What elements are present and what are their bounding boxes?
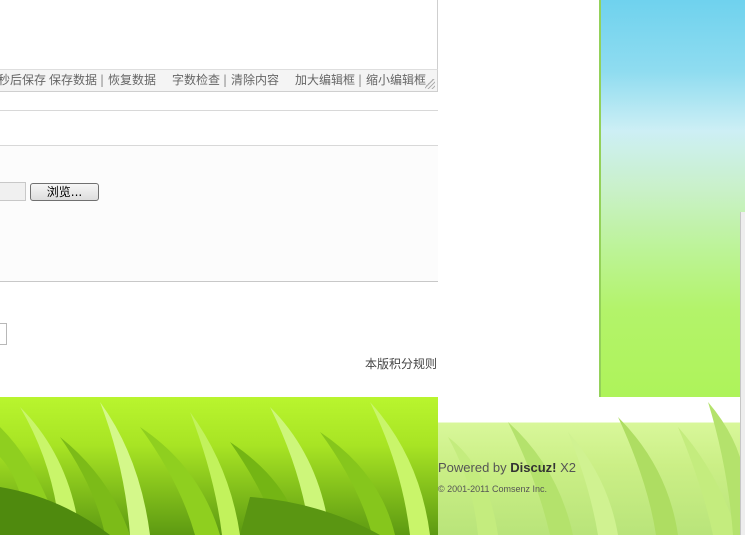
grass-banner-image [0, 397, 438, 535]
page: 秒后保存 保存数据 | 恢复数据 字数检查 | 清除内容 加大编辑框 | 缩小编… [0, 0, 745, 535]
toolbar-separator: | [223, 73, 228, 87]
discuz-brand-link[interactable]: Discuz! [510, 460, 556, 475]
resize-grip-icon[interactable] [425, 79, 435, 89]
enlarge-editor-link[interactable]: 加大编辑框 [295, 73, 355, 87]
forum-credit-rules-link[interactable]: 本版积分规则 [365, 357, 437, 371]
shrink-editor-link[interactable]: 缩小编辑框 [366, 73, 426, 87]
powered-by-prefix: Powered by [438, 460, 511, 475]
editor-status-bar: 秒后保存 保存数据 | 恢复数据 字数检查 | 清除内容 加大编辑框 | 缩小编… [0, 69, 438, 91]
restore-data-link[interactable]: 恢复数据 [108, 73, 156, 87]
copyright-text: © 2001-2011 Comsenz Inc. [438, 484, 548, 494]
toolbar-separator: | [100, 73, 105, 87]
page-scrollbar[interactable] [740, 212, 745, 535]
browse-file-button[interactable]: 浏览... [30, 183, 99, 201]
verification-input[interactable] [0, 323, 7, 345]
sidebar-background [599, 0, 745, 397]
clear-content-link[interactable]: 清除内容 [231, 73, 279, 87]
section-divider [0, 110, 438, 111]
word-count-check-link[interactable]: 字数检查 [172, 73, 220, 87]
file-path-input[interactable] [0, 182, 26, 201]
save-data-link[interactable]: 保存数据 [49, 73, 97, 87]
section-divider [0, 281, 438, 282]
powered-by-version: X2 [556, 460, 577, 475]
powered-by-text: Powered by Discuz! X2 [438, 460, 576, 476]
grass-illustration [0, 397, 438, 535]
autosave-countdown-text: 秒后保存 [0, 73, 47, 87]
toolbar-separator: | [358, 73, 363, 87]
attachment-section [0, 146, 438, 281]
